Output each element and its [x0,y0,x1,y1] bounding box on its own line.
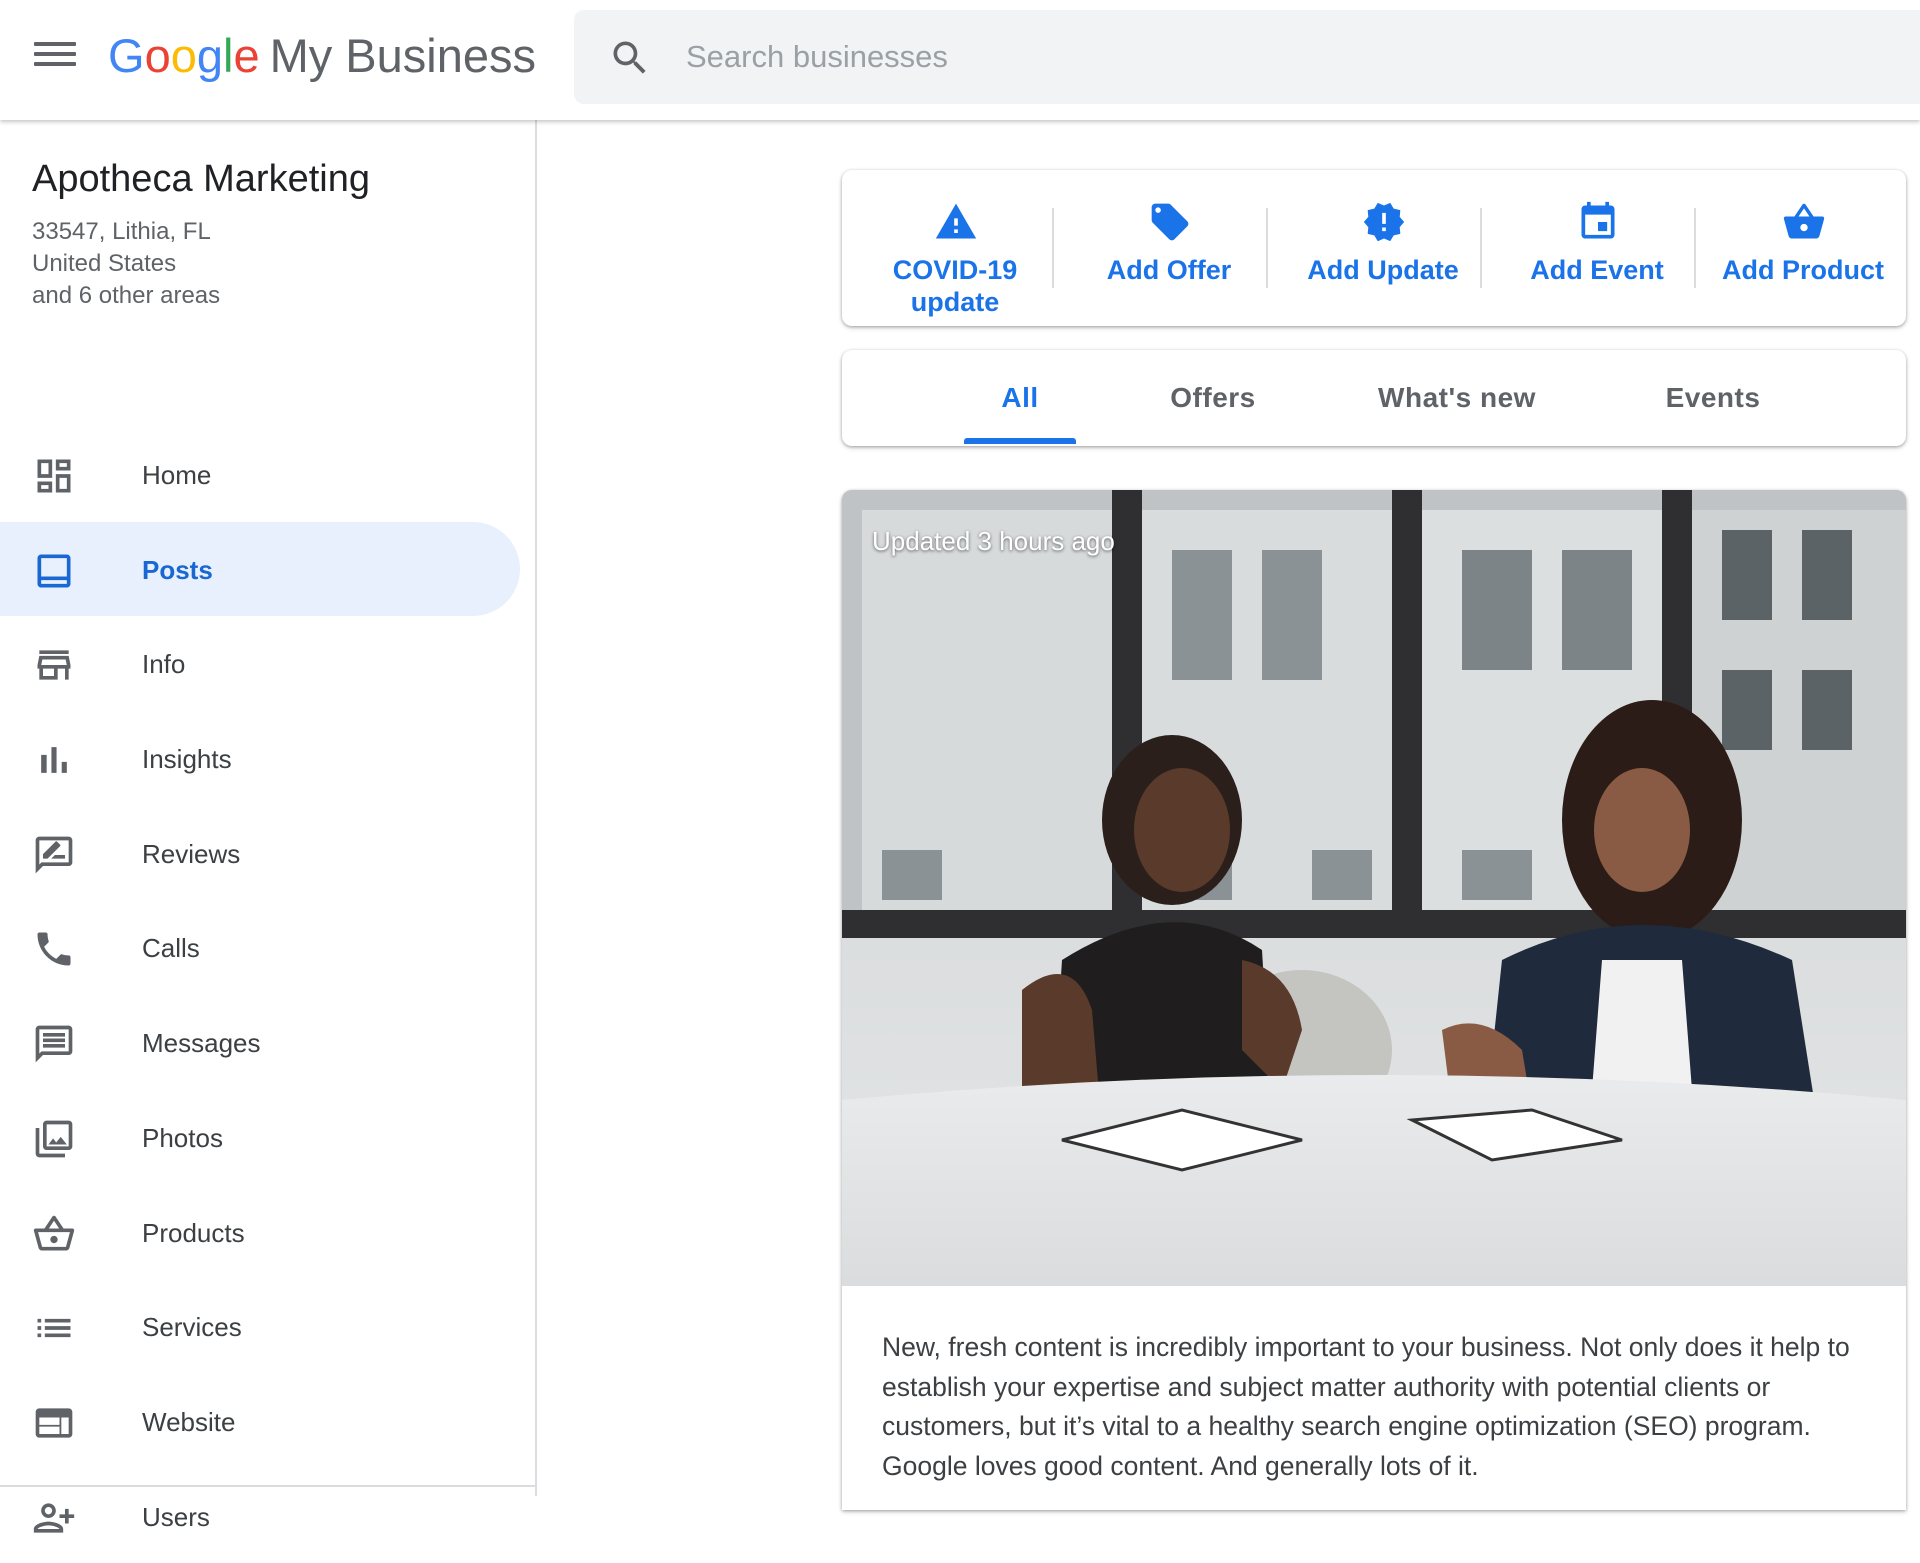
add-product-button[interactable]: Add Product [1698,170,1908,326]
address-line: 33547, Lithia, FL [32,218,211,245]
person-add-icon [33,1502,75,1533]
sidebar-item-reviews[interactable]: Reviews [0,806,520,901]
sidebar-item-calls[interactable]: Calls [0,900,520,995]
storefront-icon [37,650,71,681]
list-icon [37,1319,71,1338]
new-releases-icon [1363,202,1405,242]
post-updated-time: Updated 3 hours ago [872,526,1115,556]
hamburger-icon-line [34,52,76,56]
address-line: United States [32,250,177,277]
sidebar-item-users[interactable]: Users [0,1469,520,1563]
sidebar-item-label: Insights [142,744,232,775]
sidebar-item-label: Messages [142,1028,261,1059]
sidebar-item-home[interactable]: Home [0,427,520,522]
address-line: and 6 other areas [32,282,221,309]
action-label-line: update [910,287,1000,317]
dashboard-icon [37,459,71,493]
sidebar-item-label: Services [142,1312,242,1343]
photo-library-icon [35,1120,73,1158]
sidebar: Apotheca Marketing 33547, Lithia, FL Uni… [0,120,537,1533]
posts-icon [37,554,71,588]
sidebar-item-label: Calls [142,933,200,964]
sidebar-item-label: Website [142,1406,236,1437]
search-bar[interactable] [574,10,1920,104]
tab-label: Offers [1170,382,1256,413]
sidebar-item-website[interactable]: Website [0,1374,520,1469]
sidebar-nav: Home Posts Info Insights Reviews Calls M… [0,427,537,1563]
sidebar-item-label: Home [142,460,212,490]
post-actions-card: COVID-19 update Add Offer Add Update Add … [842,170,1906,326]
add-event-button[interactable]: Add Event [1492,170,1702,326]
bar-chart-icon [41,747,67,773]
sidebar-item-info[interactable]: Info [0,616,520,711]
divider [1480,208,1482,288]
logo-letter: o [170,29,197,82]
tag-icon [1151,203,1189,241]
sidebar-item-products[interactable]: Products [0,1185,520,1280]
divider [1266,208,1268,288]
sidebar-item-label: Posts [142,554,213,585]
sidebar-item-messages[interactable]: Messages [0,995,520,1090]
action-label: COVID-19 update [850,254,1060,318]
divider [0,1485,537,1487]
warning-icon [935,203,977,239]
action-label-line: COVID-19 [892,255,1018,285]
phone-icon [37,932,71,966]
business-name: Apotheca Marketing [32,158,370,200]
rate-review-icon [35,836,73,874]
logo-letter: G [108,29,145,82]
business-address: 33547, Lithia, FL United States and 6 ot… [32,216,220,312]
logo-letter: o [144,29,171,82]
post-photo[interactable] [842,490,1906,1286]
hamburger-icon-line [34,42,76,46]
search-input[interactable] [686,32,1486,82]
divider [1694,208,1696,288]
add-offer-button[interactable]: Add Offer [1064,170,1274,326]
action-label: Add Event [1530,255,1664,285]
search-icon[interactable] [608,36,652,80]
shopping-basket-icon [1783,203,1825,239]
action-label: Add Update [1307,255,1459,285]
action-label: Add Product [1722,255,1884,285]
post-text: New, fresh content is incredibly importa… [882,1332,1850,1481]
event-icon [1581,201,1615,239]
sidebar-item-insights[interactable]: Insights [0,711,520,806]
post-card[interactable]: Updated 3 hours ago New, fresh content i… [842,490,1906,1510]
main-menu-button[interactable] [30,36,80,76]
logo-letter: e [233,29,260,82]
hamburger-icon-line [34,62,76,66]
active-tab-indicator [964,438,1076,444]
logo-letter: g [196,29,223,82]
tab-whats-new[interactable]: What's new [1332,350,1582,446]
top-app-bar: Google My Business [0,0,1920,120]
sidebar-item-label: Users [142,1501,210,1532]
sidebar-item-label: Reviews [142,838,241,869]
sidebar-item-label: Info [142,649,186,680]
tab-offers[interactable]: Offers [1098,350,1328,446]
action-label: Add Offer [1106,255,1232,285]
google-my-business-logo[interactable]: Google My Business [108,26,536,86]
sidebar-item-photos[interactable]: Photos [0,1090,520,1185]
message-icon [35,1025,73,1063]
logo-letter: l [222,29,234,82]
tab-label: What's new [1378,382,1536,413]
sidebar-item-label: Products [142,1217,245,1248]
sidebar-item-posts[interactable]: Posts [0,521,520,617]
web-icon [35,1408,73,1438]
sidebar-item-services[interactable]: Services [0,1279,520,1374]
sidebar-item-label: Photos [142,1122,223,1153]
divider [1052,208,1054,288]
tab-events[interactable]: Events [1588,350,1838,446]
posts-filter-tabs: All Offers What's new Events [842,350,1906,446]
add-update-button[interactable]: Add Update [1278,170,1488,326]
logo-product-name: My Business [269,29,536,82]
covid-update-button[interactable]: COVID-19 update [850,170,1060,326]
tab-label: Events [1665,382,1761,413]
shopping-basket-icon [33,1215,75,1250]
